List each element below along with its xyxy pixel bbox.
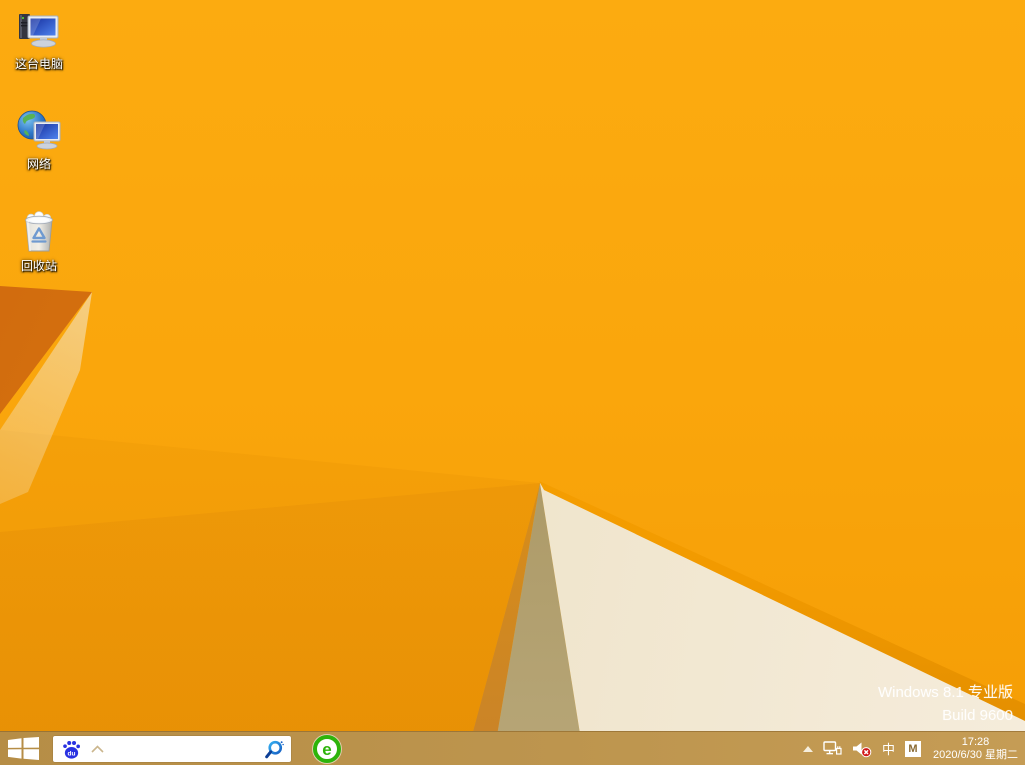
baidu-paw-text: du	[68, 750, 76, 757]
desktop-icon-this-pc[interactable]: 这台电脑	[6, 8, 72, 72]
system-tray: 中 M 17:28 2020/6/30 星期二	[803, 732, 1025, 765]
taskbar-search-input[interactable]	[104, 739, 263, 759]
baidu-paw-icon: du	[61, 739, 82, 760]
taskbar-clock[interactable]: 17:28 2020/6/30 星期二	[931, 736, 1018, 762]
desktop-icon-label: 回收站	[21, 257, 57, 274]
green-e-browser-button[interactable]: e	[313, 735, 341, 763]
build-watermark: Windows 8.1 专业版 Build 9600	[878, 681, 1013, 727]
chevron-up-icon[interactable]	[91, 745, 104, 753]
windows-logo-icon	[8, 737, 39, 760]
ime-language-indicator[interactable]: 中	[882, 743, 895, 756]
desktop-icon-network[interactable]: 网络	[6, 108, 72, 172]
green-e-glyph: e	[322, 741, 331, 758]
search-magnifier-icon[interactable]	[263, 739, 284, 760]
wallpaper	[0, 0, 1025, 765]
taskbar-search-box: du	[53, 736, 291, 762]
watermark-build: Build 9600	[878, 704, 1013, 727]
ime-mode-badge[interactable]: M	[905, 741, 921, 757]
recycle-bin-icon	[17, 210, 61, 254]
network-icon	[17, 108, 61, 152]
show-hidden-icons-button[interactable]	[803, 746, 813, 752]
desktop-icon-label: 网络	[27, 155, 51, 172]
this-pc-icon	[17, 8, 61, 52]
network-tray-icon[interactable]	[823, 741, 842, 757]
clock-time: 17:28	[962, 736, 990, 749]
clock-date: 2020/6/30 星期二	[933, 749, 1018, 762]
desktop-icon-label: 这台电脑	[15, 55, 63, 72]
taskbar: du e	[0, 731, 1025, 765]
watermark-edition: Windows 8.1 专业版	[878, 681, 1013, 704]
desktop-icon-recycle-bin[interactable]: 回收站	[6, 210, 72, 274]
volume-muted-icon[interactable]	[852, 741, 872, 758]
start-button[interactable]	[0, 732, 46, 765]
windows-desktop: Windows 8.1 专业版 Build 9600 这台电脑	[0, 0, 1025, 765]
